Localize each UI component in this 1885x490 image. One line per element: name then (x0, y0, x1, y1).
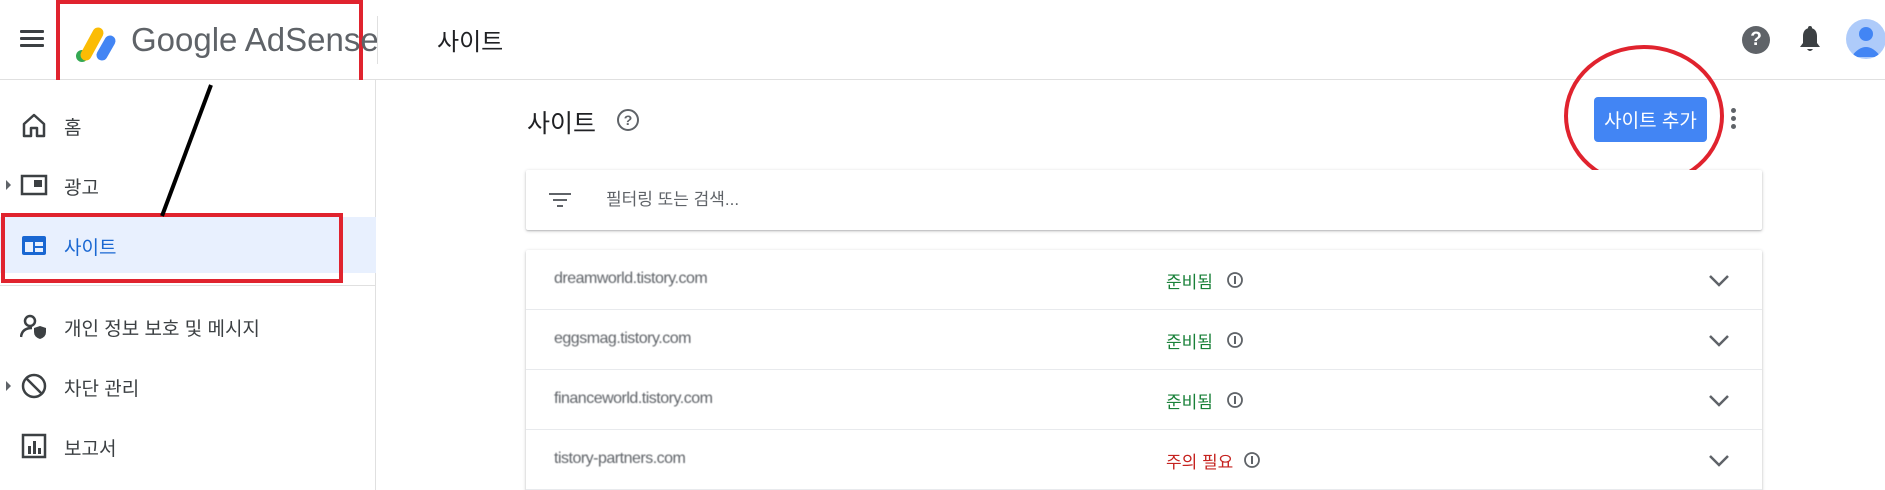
hamburger-menu-icon[interactable] (20, 27, 48, 51)
page-title: 사이트 (437, 29, 504, 56)
sidebar-divider (0, 285, 376, 286)
reports-icon (21, 433, 47, 459)
chevron-down-icon[interactable] (1707, 390, 1731, 410)
content-heading: 사이트 (527, 110, 597, 138)
sidebar-item-label: 사이트 (64, 238, 117, 259)
site-row[interactable]: tistory-partners.com 주의 필요 (526, 430, 1762, 490)
add-site-button[interactable]: 사이트 추가 (1594, 97, 1707, 142)
sidebar-nav: 홈 광고 사이트 개인 정보 보호 및 메시지 차단 관리 보고서 (0, 80, 376, 490)
chevron-down-icon[interactable] (1707, 270, 1731, 290)
sidebar-item-label: 보고서 (64, 439, 117, 460)
filter-list-icon[interactable] (548, 190, 572, 210)
site-status: 준비됨 (1166, 273, 1213, 292)
sidebar-item-blocking-controls[interactable]: 차단 관리 (0, 358, 376, 414)
ads-icon (20, 174, 48, 196)
sidebar-item-privacy-messaging[interactable]: 개인 정보 보호 및 메시지 (0, 298, 376, 354)
adsense-logo[interactable]: Google AdSense (56, 0, 379, 85)
chevron-down-icon[interactable] (1707, 450, 1731, 470)
sites-icon (22, 236, 46, 255)
sites-list: dreamworld.tistory.com 준비됨 eggsmag.tisto… (526, 250, 1762, 490)
sidebar-item-label: 광고 (64, 178, 99, 199)
filter-search-input[interactable] (606, 186, 1706, 214)
account-avatar[interactable] (1846, 19, 1885, 59)
header-divider (377, 16, 378, 64)
expand-caret-icon (6, 381, 11, 391)
help-icon[interactable]: ? (1742, 26, 1770, 54)
status-info-icon[interactable] (1226, 271, 1244, 289)
site-domain: eggsmag.tistory.com (554, 330, 691, 347)
home-icon (22, 113, 46, 138)
more-options-icon[interactable] (1729, 108, 1739, 134)
sidebar-item-home[interactable]: 홈 (0, 97, 376, 153)
top-app-bar: Google AdSense 사이트 ? (0, 0, 1885, 85)
site-row[interactable]: eggsmag.tistory.com 준비됨 (526, 310, 1762, 370)
adsense-app: Google AdSense 사이트 ? 홈 광고 사이트 개인 정보 보호 및… (0, 0, 1885, 490)
status-info-icon[interactable] (1243, 451, 1261, 469)
site-domain: tistory-partners.com (554, 450, 686, 467)
site-domain: financeworld.tistory.com (554, 390, 713, 407)
block-icon (21, 373, 47, 399)
site-status: 준비됨 (1166, 333, 1213, 352)
privacy-messaging-icon (20, 314, 46, 339)
expand-caret-icon (6, 180, 11, 190)
chevron-down-icon[interactable] (1707, 330, 1731, 350)
site-status: 주의 필요 (1166, 453, 1234, 472)
site-domain: dreamworld.tistory.com (554, 270, 708, 287)
sidebar-item-label: 개인 정보 보호 및 메시지 (64, 319, 260, 340)
site-row[interactable]: dreamworld.tistory.com 준비됨 (526, 250, 1762, 310)
sidebar-item-label: 홈 (64, 118, 82, 139)
sidebar-item-label: 차단 관리 (64, 379, 140, 400)
sidebar-item-reports[interactable]: 보고서 (0, 418, 376, 474)
avatar-person-icon (1851, 27, 1881, 57)
status-info-icon[interactable] (1226, 391, 1244, 409)
logo-text: Google AdSense (131, 21, 379, 58)
status-info-icon[interactable] (1226, 331, 1244, 349)
site-status: 준비됨 (1166, 393, 1213, 412)
sidebar-item-ads[interactable]: 광고 (0, 157, 376, 213)
notifications-bell-icon[interactable] (1797, 25, 1823, 55)
sidebar-item-sites[interactable]: 사이트 (0, 217, 376, 273)
help-circle-icon[interactable]: ? (617, 109, 639, 131)
filter-bar (526, 170, 1762, 230)
site-row[interactable]: financeworld.tistory.com 준비됨 (526, 370, 1762, 430)
adsense-logo-icon (76, 27, 116, 62)
